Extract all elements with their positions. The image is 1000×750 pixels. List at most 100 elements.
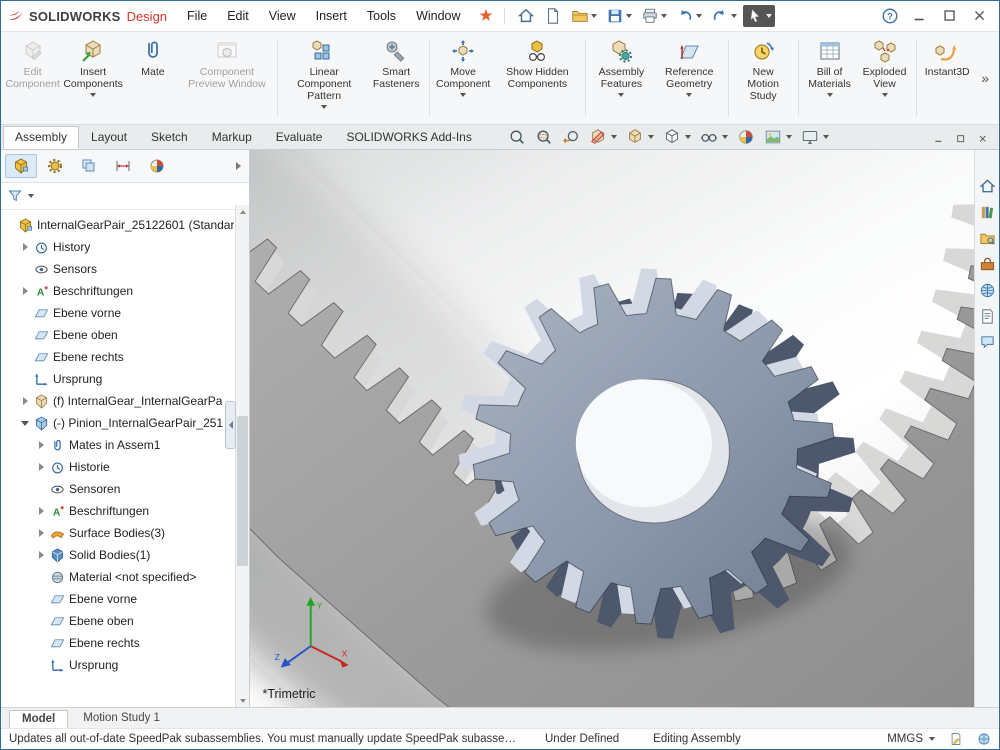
scroll-up-arrow-icon[interactable] [236,205,249,218]
menu-tools[interactable]: Tools [367,9,396,23]
previous-view-button[interactable] [562,128,580,146]
menu-insert[interactable]: Insert [316,9,347,23]
ribbon-button-assembly-features[interactable]: Assembly Features [589,34,653,122]
menu-view[interactable]: View [269,9,296,23]
ribbon-overflow-chevron[interactable]: » [975,70,995,86]
tree-item-top-plane[interactable]: Ebene oben [4,324,234,346]
panel-splitter-handle[interactable] [225,401,236,449]
save-button[interactable] [603,5,635,27]
ribbon-button-mate[interactable]: Mate [126,34,180,122]
select-tool-button[interactable] [743,5,775,27]
ribbon-button-instant3d[interactable]: Instant3D [920,34,974,122]
tree-item-sensoren[interactable]: Sensoren [4,478,234,500]
tree-item-front-plane[interactable]: Ebene vorne [4,302,234,324]
tree-item-front-plane-part[interactable]: Ebene vorne [4,588,234,610]
tree-item-surface-bodies[interactable]: Surface Bodies(3) [4,522,234,544]
online-status-icon[interactable] [977,732,991,746]
ribbon-button-show-hidden-components[interactable]: Show Hidden Components [494,34,580,122]
menu-edit[interactable]: Edit [227,9,249,23]
ribbon-button-insert-components[interactable]: Insert Components [61,34,125,122]
configurationmanager-tab[interactable] [73,154,105,178]
propertymanager-tab[interactable] [39,154,71,178]
toolbox-icon[interactable] [979,256,996,273]
section-view-button[interactable] [589,128,617,146]
expand-arrow-icon[interactable] [36,441,46,449]
tab-assembly[interactable]: Assembly [3,126,79,149]
tree-item-annotations[interactable]: Beschriftungen [4,280,234,302]
tree-item-top-plane-part[interactable]: Ebene oben [4,610,234,632]
scrollbar-thumb[interactable] [237,416,248,567]
tree-item-origin[interactable]: Ursprung [4,368,234,390]
tab-sketch[interactable]: Sketch [139,126,200,149]
custom-properties-status-icon[interactable] [949,732,963,746]
tab-motion-study-1[interactable]: Motion Study 1 [70,709,173,728]
file-explorer-icon[interactable] [979,230,996,247]
tree-item-assembly-root[interactable]: InternalGearPair_25122601 (Standar [4,214,234,236]
ribbon-button-exploded-view[interactable]: Exploded View [858,34,912,122]
apply-scene-button[interactable] [764,128,792,146]
ribbon-button-move-component[interactable]: Move Component [433,34,493,122]
tab-layout[interactable]: Layout [79,126,139,149]
scroll-down-arrow-icon[interactable] [236,694,249,707]
filter-funnel-icon[interactable] [7,188,23,204]
tree-item-beschriftungen[interactable]: Beschriftungen [4,500,234,522]
tree-item-solid-bodies[interactable]: Solid Bodies(1) [4,544,234,566]
ribbon-button-reference-geometry[interactable]: Reference Geometry [655,34,724,122]
taskpane-home-icon[interactable] [979,178,996,195]
forum-icon[interactable] [979,334,996,351]
expand-arrow-icon[interactable] [36,507,46,515]
displaymanager-tab[interactable] [141,154,173,178]
doc-close-icon[interactable] [977,133,989,145]
design-library-icon[interactable] [979,204,996,221]
edit-appearance-button[interactable] [737,128,755,146]
tree-item-internalgear[interactable]: (f) InternalGear_InternalGearPa [4,390,234,412]
help-button[interactable] [877,5,903,27]
menu-window[interactable]: Window [416,9,460,23]
zoom-area-button[interactable] [535,128,553,146]
tree-item-origin-part[interactable]: Ursprung [4,654,234,676]
resources-star-icon[interactable] [477,7,495,25]
ribbon-button-smart-fasteners[interactable]: Smart Fasteners [368,34,425,122]
tree-scrollbar[interactable] [235,205,249,707]
featuremanager-tree-tab[interactable] [5,154,37,178]
expand-arrow-icon[interactable] [20,243,30,251]
tree-item-historie[interactable]: Historie [4,456,234,478]
hide-show-items-button[interactable] [700,128,728,146]
tab-model[interactable]: Model [9,710,68,728]
panel-expand-chevron-icon[interactable] [231,162,245,170]
open-button[interactable] [568,5,600,27]
view-settings-button[interactable] [801,128,829,146]
doc-minimize-icon[interactable] [933,133,945,145]
print-button[interactable] [638,5,670,27]
tab-evaluate[interactable]: Evaluate [264,126,335,149]
undo-button[interactable] [673,5,705,27]
tree-item-right-plane-part[interactable]: Ebene rechts [4,632,234,654]
tree-item-sensors[interactable]: Sensors [4,258,234,280]
units-selector[interactable]: MMGS [887,733,935,745]
expand-arrow-icon[interactable] [36,529,46,537]
minimize-button[interactable] [907,5,933,27]
tree-item-history[interactable]: History [4,236,234,258]
ribbon-button-linear-component-pattern[interactable]: Linear Component Pattern [282,34,367,122]
expand-arrow-icon[interactable] [20,397,30,405]
home-button[interactable] [514,5,538,27]
redo-button[interactable] [708,5,740,27]
tree-item-pinion[interactable]: (-) Pinion_InternalGearPair_251 [4,412,234,434]
tree-item-right-plane[interactable]: Ebene rechts [4,346,234,368]
display-style-button[interactable] [663,128,691,146]
zoom-fit-button[interactable] [508,128,526,146]
expand-arrow-icon[interactable] [36,463,46,471]
graphics-viewport[interactable]: Y X Z *Trimetric [250,150,974,707]
tab-markup[interactable]: Markup [200,126,264,149]
collapse-arrow-icon[interactable] [20,421,30,426]
maximize-button[interactable] [937,5,963,27]
view-orientation-button[interactable] [626,128,654,146]
new-document-button[interactable] [541,5,565,27]
3d-content-central-icon[interactable] [979,282,996,299]
close-button[interactable] [967,5,993,27]
tab-solidworks-addins[interactable]: SOLIDWORKS Add-Ins [334,126,483,149]
menu-file[interactable]: File [187,9,207,23]
ribbon-button-new-motion-study[interactable]: New Motion Study [732,34,793,122]
doc-restore-icon[interactable] [955,133,967,145]
tree-item-mates[interactable]: Mates in Assem1 [4,434,234,456]
